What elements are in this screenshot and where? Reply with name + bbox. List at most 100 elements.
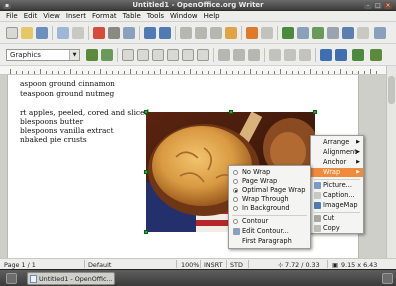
menu-item-no-wrap[interactable]: No Wrap: [229, 168, 310, 177]
style-select[interactable]: Graphics ▼: [6, 49, 80, 61]
menu-item-picture[interactable]: Picture...: [311, 181, 363, 190]
wrap-through-icon[interactable]: [197, 49, 209, 61]
spellcheck-icon[interactable]: [144, 27, 156, 39]
status-page[interactable]: Page 1 / 1: [4, 261, 36, 269]
find-replace-icon[interactable]: [327, 27, 339, 39]
align-left-icon[interactable]: [218, 49, 230, 61]
show-desktop-icon[interactable]: [6, 273, 17, 284]
email-icon[interactable]: [57, 27, 69, 39]
menu-help[interactable]: Help: [201, 12, 223, 20]
graphics-filter-icon[interactable]: [86, 49, 98, 61]
menu-table[interactable]: Table: [120, 12, 144, 20]
menu-format[interactable]: Format: [89, 12, 120, 20]
close-icon[interactable]: ×: [384, 2, 392, 9]
zoom-icon[interactable]: [374, 27, 386, 39]
ruler-tick: [202, 71, 203, 74]
ruler-tick: [346, 71, 347, 74]
align-right-icon[interactable]: [248, 49, 260, 61]
copy-icon[interactable]: [195, 27, 207, 39]
taskbar-item-writer[interactable]: Untitled1 - OpenOffic...: [27, 272, 115, 285]
scrollbar-thumb[interactable]: [388, 76, 395, 104]
selection-handle[interactable]: [229, 110, 233, 114]
status-insert-mode[interactable]: INSRT: [204, 261, 223, 269]
menu-item-cut[interactable]: Cut: [311, 214, 363, 223]
gallery-icon[interactable]: [357, 27, 369, 39]
cut-icon[interactable]: [180, 27, 192, 39]
new-document-icon[interactable]: [6, 27, 18, 39]
status-page-style[interactable]: Default: [88, 261, 111, 269]
menu-item-page-wrap[interactable]: Page Wrap: [229, 177, 310, 186]
redo-icon[interactable]: [261, 27, 273, 39]
selection-handle[interactable]: [144, 170, 148, 174]
export-pdf-icon[interactable]: [93, 27, 105, 39]
format-paintbrush-icon[interactable]: [225, 27, 237, 39]
paste-icon[interactable]: [210, 27, 222, 39]
maximize-icon[interactable]: □: [374, 2, 382, 9]
minimize-icon[interactable]: –: [364, 2, 372, 9]
ruler-tick: [250, 69, 251, 74]
autospellcheck-icon[interactable]: [159, 27, 171, 39]
menu-insert[interactable]: Insert: [63, 12, 89, 20]
optimal-wrap-icon[interactable]: [152, 49, 164, 61]
ruler-tick: [28, 71, 29, 74]
graphics-properties-icon[interactable]: [370, 49, 382, 61]
show-draw-functions-icon[interactable]: [312, 27, 324, 39]
status-zoom[interactable]: 100%: [181, 261, 199, 269]
menu-item-wrap[interactable]: Wrap ▶: [311, 168, 363, 177]
print-icon[interactable]: [108, 27, 120, 39]
menu-item-edit-contour[interactable]: Edit Contour...: [229, 227, 310, 236]
bring-to-front-icon[interactable]: [320, 49, 332, 61]
menu-item-contour[interactable]: Contour: [229, 217, 310, 226]
selection-handle[interactable]: [144, 230, 148, 234]
document-line: aspoon ground cinnamon: [20, 79, 115, 88]
menu-tools[interactable]: Tools: [144, 12, 167, 20]
selection-handle[interactable]: [313, 110, 317, 114]
graphics-mode-icon[interactable]: [101, 49, 113, 61]
menu-item-optimal-page-wrap[interactable]: Optimal Page Wrap: [229, 186, 310, 195]
picture-icon: [314, 182, 321, 189]
menu-item-arrange[interactable]: Arrange ▶: [311, 138, 363, 147]
page-preview-icon[interactable]: [123, 27, 135, 39]
send-to-back-icon[interactable]: [335, 49, 347, 61]
document-line: nbaked pie crusts: [20, 135, 87, 144]
status-selection-mode[interactable]: STD: [230, 261, 243, 269]
menu-item-caption[interactable]: Caption...: [311, 191, 363, 200]
selection-handle[interactable]: [144, 110, 148, 114]
chevron-down-icon[interactable]: ▼: [69, 50, 79, 60]
save-icon[interactable]: [36, 27, 48, 39]
menu-view[interactable]: View: [40, 12, 63, 20]
menu-window[interactable]: Window: [167, 12, 201, 20]
align-center-icon[interactable]: [233, 49, 245, 61]
menu-item-alignment[interactable]: Alignment ▶: [311, 148, 363, 157]
menu-file[interactable]: File: [3, 12, 21, 20]
menu-item-imagemap[interactable]: ImageMap: [311, 201, 363, 210]
menu-item-anchor[interactable]: Anchor ▶: [311, 158, 363, 167]
navigator-icon[interactable]: [342, 27, 354, 39]
open-icon[interactable]: [21, 27, 33, 39]
menu-item-wrap-through[interactable]: Wrap Through: [229, 195, 310, 204]
ruler-tick: [190, 69, 191, 74]
align-top-icon[interactable]: [269, 49, 281, 61]
ruler-tick: [154, 71, 155, 74]
no-wrap-icon[interactable]: [122, 49, 134, 61]
wrap-right-icon[interactable]: [182, 49, 194, 61]
wrap-left-icon[interactable]: [167, 49, 179, 61]
align-bottom-icon[interactable]: [299, 49, 311, 61]
menu-item-copy[interactable]: Copy: [311, 224, 363, 233]
align-middle-icon[interactable]: [284, 49, 296, 61]
edit-file-icon[interactable]: [72, 27, 84, 39]
ruler-tick: [118, 71, 119, 74]
menu-edit[interactable]: Edit: [21, 12, 41, 20]
table-icon[interactable]: [297, 27, 309, 39]
vertical-scrollbar[interactable]: [386, 66, 396, 258]
horizontal-ruler[interactable]: [0, 66, 386, 75]
trash-icon[interactable]: [382, 273, 393, 284]
chevron-right-icon: ▶: [356, 169, 360, 175]
undo-icon[interactable]: [246, 27, 258, 39]
hyperlink-icon[interactable]: [282, 27, 294, 39]
page-wrap-icon[interactable]: [137, 49, 149, 61]
anchor-icon[interactable]: [352, 49, 364, 61]
menu-item-first-paragraph[interactable]: First Paragraph: [229, 237, 310, 246]
menu-item-in-background[interactable]: In Background: [229, 204, 310, 213]
menu-bar: File Edit View Insert Format Table Tools…: [0, 11, 396, 22]
